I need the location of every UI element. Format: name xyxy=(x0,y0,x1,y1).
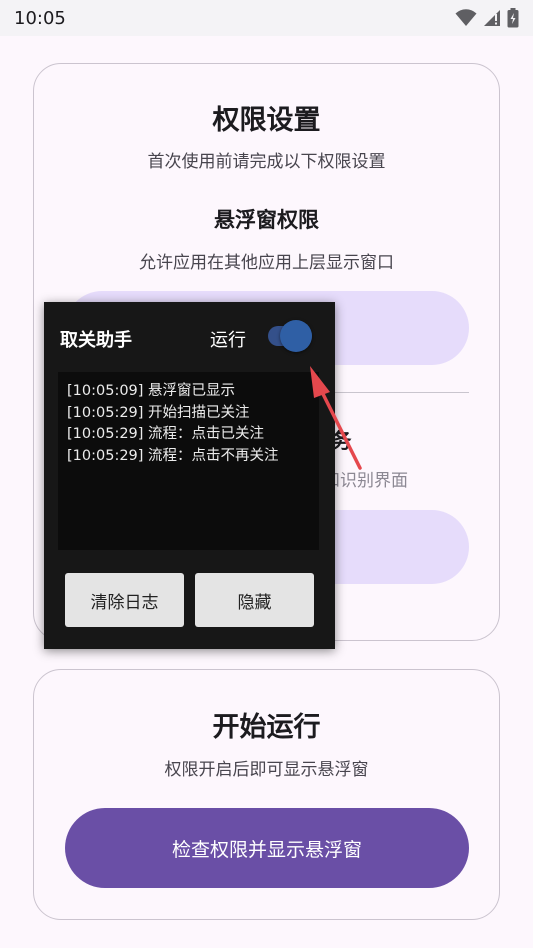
wifi-icon xyxy=(455,9,477,26)
clear-log-button[interactable]: 清除日志 xyxy=(65,573,184,627)
check-permissions-button[interactable]: 检查权限并显示悬浮窗 xyxy=(65,808,469,888)
status-time: 10:05 xyxy=(14,7,66,29)
overlay-permission-title: 悬浮窗权限 xyxy=(214,208,319,232)
signal-icon xyxy=(484,10,500,26)
run-switch-knob[interactable] xyxy=(280,320,312,352)
hide-button[interactable]: 隐藏 xyxy=(195,573,314,627)
run-title: 开始运行 xyxy=(212,712,321,743)
status-icons xyxy=(455,8,519,28)
log-line: [10:05:29] 流程：点击不再关注 xyxy=(67,447,279,464)
status-bar: 10:05 xyxy=(0,0,533,36)
pointer-arrow-icon xyxy=(310,366,362,470)
run-label: 运行 xyxy=(210,330,246,351)
log-line: [10:05:09] 悬浮窗已显示 xyxy=(67,383,236,399)
log-panel: [10:05:09] 悬浮窗已显示 [10:05:29] 开始扫描已关注 [10… xyxy=(58,372,319,550)
battery-icon xyxy=(507,8,519,28)
permissions-title: 权限设置 xyxy=(212,105,321,136)
overlay-permission-desc: 允许应用在其他应用上层显示窗口 xyxy=(139,253,394,273)
floating-window-title: 取关助手 xyxy=(60,330,132,351)
floating-window[interactable]: 取关助手 运行 [10:05:09] 悬浮窗已显示 [10:05:29] 开始扫… xyxy=(44,302,335,649)
log-line: [10:05:29] 流程：点击已关注 xyxy=(67,426,265,442)
permissions-subtitle: 首次使用前请完成以下权限设置 xyxy=(147,152,386,172)
run-card: 开始运行 权限开启后即可显示悬浮窗 检查权限并显示悬浮窗 xyxy=(33,669,500,920)
run-desc: 权限开启后即可显示悬浮窗 xyxy=(164,760,369,780)
log-line: [10:05:29] 开始扫描已关注 xyxy=(67,404,250,421)
